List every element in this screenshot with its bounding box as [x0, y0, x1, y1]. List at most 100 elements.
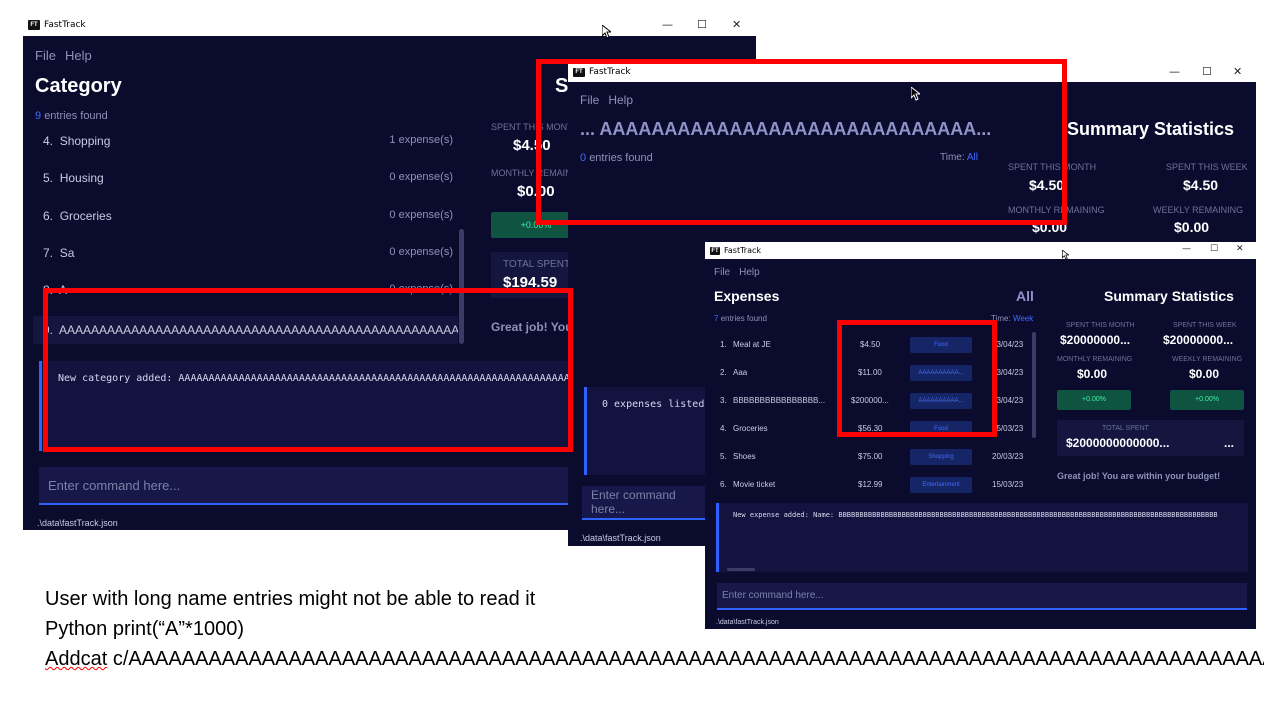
caption-command-args: c/AAAAAAAAAAAAAAAAAAAAAAAAAAAAAAAAAAAAAA…: [107, 648, 1264, 670]
spent-month-label: SPENT THIS MONTH: [1066, 322, 1135, 329]
menu-help[interactable]: Help: [739, 267, 760, 278]
close-button[interactable]: ✕: [1236, 244, 1244, 254]
maximize-button[interactable]: ☐: [697, 18, 707, 31]
row-count: 1 expense(s): [389, 134, 453, 146]
row-date: 20/03/23: [992, 452, 1024, 461]
row-name: Movie ticket: [733, 480, 776, 489]
list-item[interactable]: 4. Shopping 1 expense(s): [43, 134, 453, 148]
row-index: 6.: [43, 209, 54, 223]
caption-line-2: Python print(“A”*1000): [45, 618, 244, 640]
list-scrollbar[interactable]: [1032, 332, 1036, 438]
highlight-box-title: [536, 59, 1067, 225]
command-placeholder: Enter command here...: [48, 477, 181, 493]
spent-week-label: SPENT THIS WEEK: [1173, 322, 1237, 329]
weekly-remaining-value: $0.00: [1174, 219, 1210, 235]
page-title: Category: [35, 75, 122, 97]
menu-help[interactable]: Help: [65, 48, 92, 63]
app-logo: FT: [710, 246, 720, 255]
table-row[interactable]: 6. Movie ticket $12.99 Entertainment 15/…: [705, 477, 1030, 497]
total-spent-label: TOTAL SPENT: [503, 259, 571, 270]
menu-file[interactable]: File: [714, 267, 730, 278]
list-item[interactable]: 7. Sa 0 expense(s): [43, 246, 453, 260]
weekly-change-badge: +0.00%: [1170, 390, 1244, 410]
maximize-button[interactable]: ☐: [1202, 65, 1212, 78]
row-index: 1.: [720, 340, 727, 349]
spent-month-value: $20000000...: [1060, 333, 1131, 347]
command-placeholder: Enter command here...: [591, 488, 676, 516]
row-index: 4.: [43, 134, 54, 148]
row-index: 3.: [720, 396, 727, 405]
row-count: 0 expense(s): [389, 209, 453, 221]
row-name: Groceries: [59, 209, 112, 223]
weekly-remaining-label: WEEKLY REMAINING: [1172, 356, 1243, 363]
weekly-remaining-value: $0.00: [1189, 367, 1220, 381]
status-bar: .\data\fastTrack.json: [716, 619, 779, 626]
row-name: Sa: [59, 246, 75, 260]
minimize-button[interactable]: —: [1169, 65, 1180, 78]
app-logo: FT: [28, 20, 40, 30]
row-name: Meal at JE: [733, 340, 771, 349]
menu-bar: File Help: [714, 267, 769, 278]
command-input[interactable]: Enter command here...: [582, 486, 712, 520]
caption-command-word: Addcat: [45, 648, 108, 670]
close-button[interactable]: ✕: [1233, 65, 1242, 78]
minimize-button[interactable]: —: [662, 18, 673, 31]
title-bar: FT FastTrack — ☐ ✕: [705, 242, 1256, 259]
monthly-change-badge: +0.00%: [1057, 390, 1131, 410]
total-spent-label: TOTAL SPENT: [1102, 425, 1149, 432]
row-index: 5.: [720, 452, 727, 461]
row-name: Shopping: [59, 134, 111, 148]
entries-found: 7 entries found: [714, 314, 767, 323]
monthly-remaining-value: $0.00: [1077, 367, 1108, 381]
row-count: 0 expense(s): [389, 246, 453, 258]
spent-week-value: $4.50: [1183, 177, 1219, 193]
table-row[interactable]: 5. Shoes $75.00 Shopping 20/03/23: [705, 449, 1030, 469]
result-text: 0 expenses listed: [602, 399, 705, 410]
total-spent-value: $2000000000000...: [1066, 436, 1170, 450]
spent-week-value: $20000000...: [1163, 333, 1234, 347]
row-amount: $12.99: [858, 480, 883, 489]
row-name: BBBBBBBBBBBBBBBB...: [733, 396, 826, 405]
time-value: Week: [1012, 314, 1034, 323]
maximize-button[interactable]: ☐: [1210, 244, 1218, 254]
time-filter[interactable]: Time: Week: [991, 314, 1033, 323]
cursor-icon: [602, 25, 611, 39]
command-input[interactable]: Enter command here...: [39, 467, 599, 505]
row-index: 7.: [43, 246, 54, 260]
result-display: New expense added: Name: BBBBBBBBBBBBBBB…: [716, 503, 1248, 572]
list-item[interactable]: 5. Housing 0 expense(s): [43, 171, 453, 185]
status-bar: .\data\fastTrack.json: [580, 533, 661, 543]
monthly-remaining-label: MONTHLY REMAINING: [1057, 356, 1133, 363]
list-item[interactable]: 6. Groceries 0 expense(s): [43, 209, 453, 223]
row-name: Aaa: [733, 368, 748, 377]
menu-bar: File Help: [35, 48, 101, 63]
entries-label: entries found: [720, 314, 767, 323]
cursor-icon: [911, 87, 920, 101]
row-name: Shoes: [733, 452, 756, 461]
budget-message: Great job! You are within your budget!: [1057, 471, 1221, 481]
cursor-icon: [1062, 250, 1069, 260]
summary-title: Summary Statistics: [1104, 288, 1234, 304]
close-button[interactable]: ✕: [732, 18, 741, 31]
page-title: Expenses: [714, 288, 780, 304]
status-bar: .\data\fastTrack.json: [37, 518, 118, 528]
result-display: 0 expenses listed: [584, 387, 710, 475]
command-placeholder: Enter command here...: [722, 590, 824, 601]
minimize-button[interactable]: —: [1182, 244, 1191, 254]
row-index: 5.: [43, 171, 54, 185]
row-count: 0 expense(s): [389, 171, 453, 183]
result-scrollbar[interactable]: [727, 568, 755, 571]
window-title: FastTrack: [44, 20, 86, 30]
row-date: 15/03/23: [992, 480, 1024, 489]
command-input[interactable]: Enter command here...: [717, 583, 1247, 610]
caption-line-1: User with long name entries might not be…: [45, 588, 536, 610]
menu-file[interactable]: File: [35, 48, 56, 63]
row-name: Housing: [59, 171, 104, 185]
highlight-box-category-row: [43, 288, 573, 452]
total-spent-ellipsis: ...: [1224, 436, 1235, 450]
window-title: FastTrack: [724, 246, 762, 255]
category-tag: Shopping: [910, 449, 972, 465]
title-bar: FT FastTrack — ☐ ✕: [23, 14, 756, 36]
row-amount: $75.00: [858, 452, 883, 461]
result-text: New expense added: Name: BBBBBBBBBBBBBBB…: [733, 511, 1218, 519]
